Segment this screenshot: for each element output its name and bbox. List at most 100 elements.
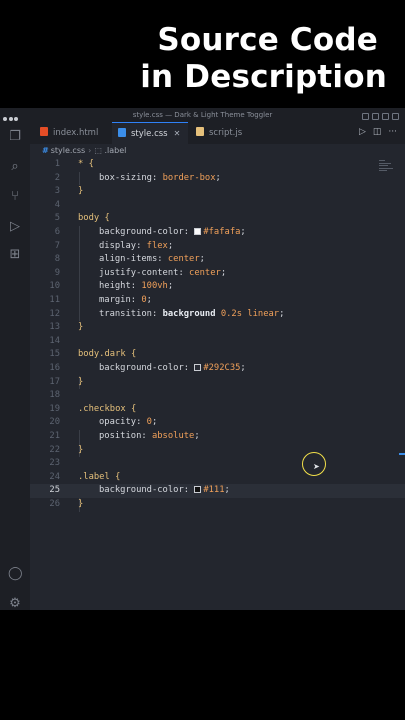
- source-control-icon[interactable]: ⑂: [8, 190, 22, 204]
- code-line[interactable]: 18: [30, 389, 405, 403]
- code-line[interactable]: 24 .label {: [30, 471, 405, 485]
- code-line[interactable]: 20 opacity: 0;: [30, 416, 405, 430]
- code-text: opacity: 0;: [99, 417, 158, 428]
- mouse-pointer-icon: ➤: [313, 462, 320, 471]
- css-file-icon: [118, 128, 126, 137]
- code-line[interactable]: 3}: [30, 185, 405, 199]
- code-text: }: [78, 322, 84, 333]
- editor-actions: ▷ ◫ ···: [352, 127, 397, 137]
- breadcrumb-file[interactable]: style.css: [51, 146, 85, 155]
- line-number: 16: [49, 363, 60, 373]
- code-text: }: [78, 499, 84, 509]
- code-line[interactable]: 22}: [30, 444, 405, 458]
- code-line[interactable]: 19 .checkbox {: [30, 403, 405, 417]
- line-number: 12: [49, 308, 60, 319]
- color-swatch[interactable]: [194, 228, 202, 235]
- code-text: margin: 0;: [99, 295, 152, 305]
- tab-script-js[interactable]: script.js: [192, 122, 266, 144]
- banner-line-2: in Description: [140, 59, 387, 95]
- code-line[interactable]: 7 display: flex;: [30, 240, 405, 254]
- line-number: 7: [54, 240, 60, 251]
- code-line[interactable]: 23: [30, 457, 405, 471]
- code-text: position: absolute;: [99, 431, 200, 441]
- code-line[interactable]: 6 background-color: #fafafa;: [30, 226, 405, 240]
- code-line[interactable]: 4: [30, 199, 405, 213]
- line-number: 9: [54, 267, 60, 278]
- code-text: background-color: #fafafa;: [99, 227, 246, 237]
- code-text: justify-content: center;: [99, 267, 227, 278]
- code-text: * {: [78, 159, 94, 169]
- code-text: .checkbox {: [78, 403, 137, 414]
- code-line[interactable]: 26}: [30, 498, 405, 512]
- promo-banner: Source Code in Description: [0, 0, 405, 108]
- code-text: height: 100vh;: [99, 281, 174, 292]
- scroll-indicator[interactable]: [399, 453, 405, 455]
- code-line[interactable]: 2 box-sizing: border-box;: [30, 172, 405, 186]
- minimap[interactable]: [379, 160, 395, 173]
- code-line[interactable]: 13}: [30, 321, 405, 335]
- code-line[interactable]: 11 margin: 0;: [30, 294, 405, 308]
- code-line[interactable]: 25 background-color: #111;: [30, 484, 405, 498]
- extensions-icon[interactable]: ⊞: [8, 248, 22, 262]
- code-line[interactable]: 10 height: 100vh;: [30, 280, 405, 294]
- breadcrumb: # style.css › ⬚ .label: [42, 146, 126, 155]
- activity-bar: ❐ ⌕ ⑂ ▷ ⊞ ◯ ⚙: [0, 122, 30, 611]
- line-number: 4: [54, 199, 60, 210]
- code-line[interactable]: 14: [30, 335, 405, 349]
- code-area[interactable]: 1 * { 2 box-sizing: border-box; 3} 4 5 body {6 b…: [30, 158, 405, 578]
- code-line[interactable]: 21 position: absolute;: [30, 430, 405, 444]
- color-swatch[interactable]: [194, 364, 202, 371]
- explorer-icon[interactable]: ❐: [8, 130, 22, 144]
- line-number: 2: [54, 172, 60, 183]
- tab-label: script.js: [209, 128, 243, 138]
- title-bar: style.css — Dark & Light Theme Toggler: [0, 108, 405, 122]
- line-number: 18: [49, 390, 60, 401]
- line-number: 17: [49, 376, 60, 387]
- line-number: 20: [49, 417, 60, 428]
- close-icon[interactable]: ✕: [174, 129, 181, 138]
- line-number: 6: [54, 227, 60, 237]
- code-line[interactable]: 1 * {: [30, 158, 405, 172]
- code-line[interactable]: 9 justify-content: center;: [30, 267, 405, 281]
- code-text: .label {: [78, 471, 121, 482]
- line-number: 15: [49, 349, 60, 360]
- line-number: 1: [54, 159, 60, 169]
- search-icon[interactable]: ⌕: [8, 160, 22, 174]
- code-text: background-color: #111;: [99, 485, 230, 496]
- code-text: }: [78, 376, 84, 387]
- line-number: 11: [49, 295, 60, 305]
- run-icon[interactable]: ▷: [359, 127, 366, 137]
- run-debug-icon[interactable]: ▷: [8, 220, 22, 234]
- code-line[interactable]: 17}: [30, 376, 405, 390]
- line-number: 14: [49, 335, 60, 346]
- symbol-icon: ⬚: [94, 146, 105, 155]
- code-text: background-color: #292C35;: [99, 363, 246, 373]
- more-actions-icon[interactable]: ···: [388, 127, 397, 137]
- code-text: body {: [78, 213, 110, 224]
- code-line[interactable]: 15 body.dark {: [30, 348, 405, 362]
- code-line[interactable]: 5 body {: [30, 212, 405, 226]
- account-icon[interactable]: ◯: [8, 567, 23, 581]
- code-text: }: [78, 186, 84, 197]
- code-text: body.dark {: [78, 349, 137, 360]
- line-number: 26: [49, 499, 60, 509]
- tab-index-html[interactable]: index.html: [36, 122, 110, 144]
- code-text: }: [78, 444, 84, 455]
- line-number: 23: [49, 458, 60, 469]
- tab-bar: index.html style.css ✕ script.js ▷ ◫ ···: [30, 122, 405, 144]
- breadcrumb-symbol[interactable]: .label: [104, 146, 126, 155]
- color-swatch[interactable]: [194, 486, 202, 494]
- js-file-icon: [196, 127, 204, 136]
- tab-label: style.css: [131, 129, 168, 139]
- tab-style-css[interactable]: style.css ✕: [112, 122, 188, 144]
- line-number: 13: [49, 322, 60, 333]
- code-line[interactable]: 8 align-items: center;: [30, 253, 405, 267]
- code-line[interactable]: 12 transition: background 0.2s linear;: [30, 308, 405, 322]
- line-number: 19: [49, 403, 60, 414]
- code-text: display: flex;: [99, 240, 174, 251]
- line-number: 22: [49, 444, 60, 455]
- css-file-icon: #: [42, 146, 49, 155]
- settings-gear-icon[interactable]: ⚙: [8, 597, 22, 611]
- code-line[interactable]: 16 background-color: #292C35;: [30, 362, 405, 376]
- split-editor-icon[interactable]: ◫: [373, 127, 382, 137]
